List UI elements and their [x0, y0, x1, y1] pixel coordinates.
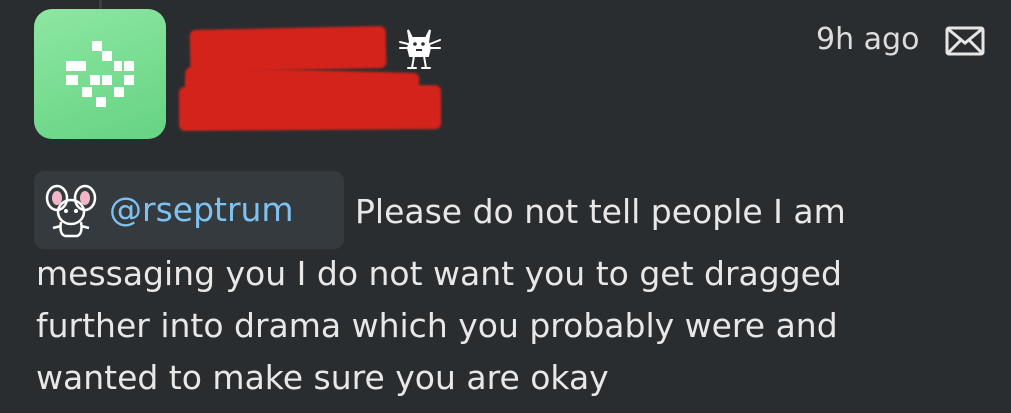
envelope-icon[interactable] — [945, 26, 985, 56]
cat-icon — [394, 22, 446, 74]
message-text-line: messaging you I do not want you to get d… — [36, 254, 842, 293]
post-timestamp: 9h ago — [816, 22, 920, 57]
message-text-line: wanted to make sure you are okay — [36, 358, 609, 397]
message-text-line: Please do not tell people I am — [355, 192, 846, 231]
user-mention[interactable]: @rseptrum — [34, 171, 344, 249]
redacted-username — [189, 25, 387, 73]
bunny-icon — [45, 182, 97, 238]
pixel-identicon-icon — [66, 41, 134, 107]
user-avatar[interactable] — [34, 9, 166, 139]
post-card: 9h ago @rseptrum Please do not tell peop… — [0, 0, 1011, 413]
message-text-line: further into drama which you probably we… — [36, 306, 838, 345]
redacted-display-name — [178, 85, 442, 131]
mention-handle[interactable]: @rseptrum — [109, 189, 294, 231]
